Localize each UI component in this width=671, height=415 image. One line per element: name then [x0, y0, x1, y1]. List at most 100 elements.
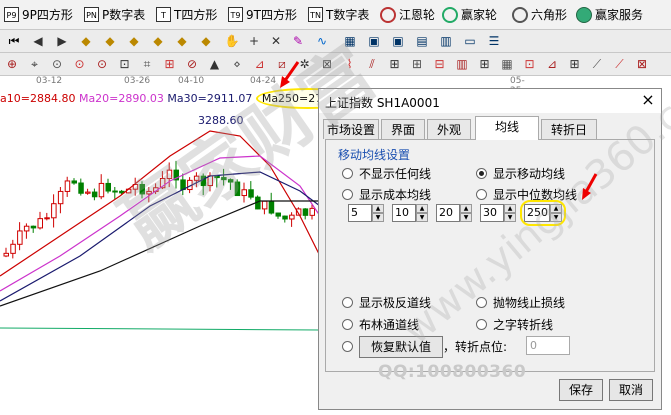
spin-down-icon[interactable]: ▼	[460, 213, 472, 222]
period-1-stepper[interactable]: 5 ▲ ▼	[348, 204, 384, 222]
spin-up-icon[interactable]: ▲	[416, 204, 428, 213]
radio-show-cost[interactable]: 显示成本均线	[342, 186, 431, 203]
radio-show-median[interactable]: 显示中位数均线	[476, 186, 577, 203]
diamond-right-icon[interactable]: ◆	[102, 33, 118, 49]
p-number-table-button[interactable]: PN P数字表	[84, 4, 145, 25]
spin-buttons[interactable]: ▲ ▼	[372, 204, 384, 222]
hexagon-button[interactable]: 六角形	[512, 4, 567, 25]
print-icon[interactable]: ▤	[414, 33, 430, 49]
spin-up-icon[interactable]: ▲	[504, 204, 516, 213]
spin-buttons[interactable]: ▲ ▼	[504, 204, 516, 222]
period-3-stepper[interactable]: 20 ▲ ▼	[436, 204, 472, 222]
settings-icon[interactable]: ▥	[438, 33, 454, 49]
drawing-tool-icon[interactable]: ⊞	[162, 56, 178, 72]
radio-parabola-stop[interactable]: 抛物线止损线	[476, 294, 565, 311]
next-icon[interactable]: ▶	[54, 33, 70, 49]
save-button[interactable]: 保存	[559, 379, 603, 401]
prev-icon[interactable]: ◀	[30, 33, 46, 49]
period-5-stepper[interactable]: 250 ▲ ▼	[520, 200, 566, 226]
drawing-tool-icon[interactable]: ⌗	[139, 56, 155, 72]
t9-square-button[interactable]: T9 9T四方形	[228, 4, 297, 25]
t-square-button[interactable]: T T四方形	[156, 4, 217, 25]
drawing-tool-icon[interactable]: ⊙	[49, 56, 65, 72]
spin-buttons[interactable]: ▲ ▼	[416, 204, 428, 222]
drawing-tool-icon[interactable]: ⟋	[612, 56, 628, 72]
cross-icon[interactable]: ✕	[268, 33, 284, 49]
calculator-icon[interactable]: ▣	[366, 33, 382, 49]
drawing-tool-icon[interactable]: ⊞	[409, 56, 425, 72]
hand-icon[interactable]: ✋	[224, 33, 240, 49]
drawing-tool-icon[interactable]: ⊡	[522, 56, 538, 72]
first-page-icon[interactable]: ⏮	[6, 33, 22, 49]
drawing-tool-icon[interactable]: ⊙	[72, 56, 88, 72]
diamond-down-icon[interactable]: ◆	[150, 33, 166, 49]
drawing-tool-icon[interactable]: ⊞	[567, 56, 583, 72]
turning-point-input[interactable]: 0	[526, 336, 570, 355]
p9-square-button[interactable]: P9 9P四方形	[4, 4, 73, 25]
radio-zigzag[interactable]: 之字转折线	[476, 316, 553, 333]
radio-bollinger[interactable]: 布林通道线	[342, 316, 419, 333]
drawing-tool-icon[interactable]: ⊙	[94, 56, 110, 72]
window-icon[interactable]: ▭	[462, 33, 478, 49]
tab-interface[interactable]: 界面	[381, 119, 425, 139]
drawing-tool-icon[interactable]: ⊿	[252, 56, 268, 72]
radio-extreme-channel[interactable]: 显示极反道线	[342, 294, 431, 311]
drawing-tool-icon[interactable]: ⊕	[4, 56, 20, 72]
drawing-tool-icon[interactable]: ⊞	[477, 56, 493, 72]
period-4-value[interactable]: 30	[480, 204, 504, 222]
winner-service-button[interactable]: 赢家服务	[576, 4, 643, 25]
period-1-value[interactable]: 5	[348, 204, 372, 222]
period-4-stepper[interactable]: 30 ▲ ▼	[480, 204, 516, 222]
drawing-tool-icon[interactable]: ▲	[207, 56, 223, 72]
diamond-up-icon[interactable]: ◆	[126, 33, 142, 49]
drawing-tool-icon[interactable]: ⊿	[544, 56, 560, 72]
drawing-tool-icon[interactable]: ⋄	[229, 56, 245, 72]
winner-wheel-button[interactable]: 赢家轮	[442, 4, 497, 25]
save-icon[interactable]: ▣	[390, 33, 406, 49]
drawing-tool-icon[interactable]: ⊡	[117, 56, 133, 72]
spin-up-icon[interactable]: ▲	[460, 204, 472, 213]
list-icon[interactable]: ☰	[486, 33, 502, 49]
radio-show-ma[interactable]: 显示移动均线	[476, 165, 565, 182]
zoom-out-icon[interactable]: ◆	[198, 33, 214, 49]
diamond-left-icon[interactable]: ◆	[78, 33, 94, 49]
calendar-icon[interactable]: ▦	[342, 33, 358, 49]
cancel-button[interactable]: 取消	[609, 379, 653, 401]
drawing-tool-icon[interactable]: ⫽	[364, 56, 380, 72]
drawing-tool-icon[interactable]: ⊟	[432, 56, 448, 72]
restore-defaults-button[interactable]: 恢复默认值	[359, 336, 443, 358]
tab-moving-average[interactable]: 均线	[475, 116, 539, 140]
gann-wheel-button[interactable]: 江恩轮	[380, 4, 435, 25]
close-icon[interactable]: ×	[639, 91, 657, 109]
draw-icon[interactable]: ✎	[290, 33, 306, 49]
drawing-tool-icon[interactable]: ⊘	[184, 56, 200, 72]
dialog-titlebar[interactable]: 上证指数 SH1A0001 ×	[319, 89, 661, 113]
period-2-stepper[interactable]: 10 ▲ ▼	[392, 204, 428, 222]
drawing-tool-icon[interactable]: ⊞	[387, 56, 403, 72]
spin-down-icon[interactable]: ▼	[504, 213, 516, 222]
tab-turning-day[interactable]: 转折日	[541, 119, 597, 139]
drawing-tool-icon[interactable]: ▦	[499, 56, 515, 72]
tab-market-settings[interactable]: 市场设置	[323, 119, 379, 139]
drawing-tool-icon[interactable]: ⌖	[27, 56, 43, 72]
zoom-in-icon[interactable]: ◆	[174, 33, 190, 49]
drawing-tool-icon[interactable]: ⌇	[342, 56, 358, 72]
period-2-value[interactable]: 10	[392, 204, 416, 222]
period-5-value[interactable]: 250	[524, 204, 550, 222]
drawing-tool-icon[interactable]: ⟋	[589, 56, 605, 72]
spin-buttons[interactable]: ▲ ▼	[550, 204, 562, 222]
tab-appearance[interactable]: 外观	[427, 119, 471, 139]
spin-up-icon[interactable]: ▲	[550, 204, 562, 213]
spin-up-icon[interactable]: ▲	[372, 204, 384, 213]
t-number-table-button[interactable]: TN T数字表	[308, 4, 369, 25]
drawing-tool-icon[interactable]: ▥	[454, 56, 470, 72]
crosshair-icon[interactable]: +	[246, 33, 262, 49]
spin-buttons[interactable]: ▲ ▼	[460, 204, 472, 222]
drawing-tool-icon[interactable]: ⊠	[634, 56, 650, 72]
period-3-value[interactable]: 20	[436, 204, 460, 222]
spin-down-icon[interactable]: ▼	[372, 213, 384, 222]
spin-down-icon[interactable]: ▼	[416, 213, 428, 222]
drawing-tool-icon[interactable]: ⊠	[319, 56, 335, 72]
wave-icon[interactable]: ∿	[314, 33, 330, 49]
radio-no-ma[interactable]: 不显示任何线	[342, 165, 431, 182]
